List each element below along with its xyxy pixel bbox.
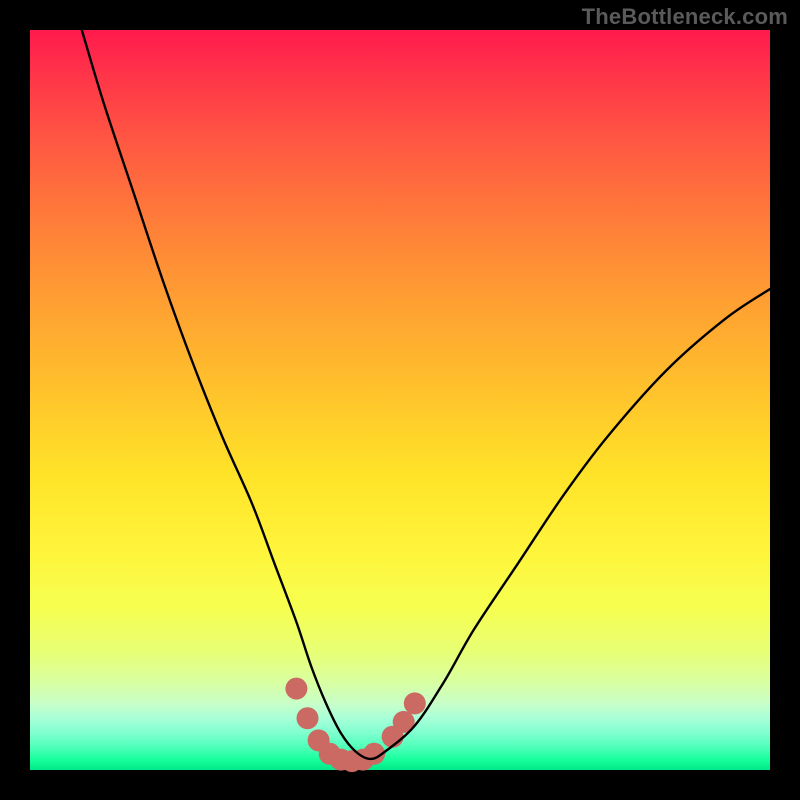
bottleneck-curve [82, 30, 770, 759]
chart-frame: TheBottleneck.com [0, 0, 800, 800]
marker-dot [285, 678, 307, 700]
marker-dot [297, 707, 319, 729]
curve-markers [285, 678, 425, 773]
chart-svg [30, 30, 770, 770]
marker-dot [404, 692, 426, 714]
watermark-text: TheBottleneck.com [582, 4, 788, 30]
plot-area [30, 30, 770, 770]
